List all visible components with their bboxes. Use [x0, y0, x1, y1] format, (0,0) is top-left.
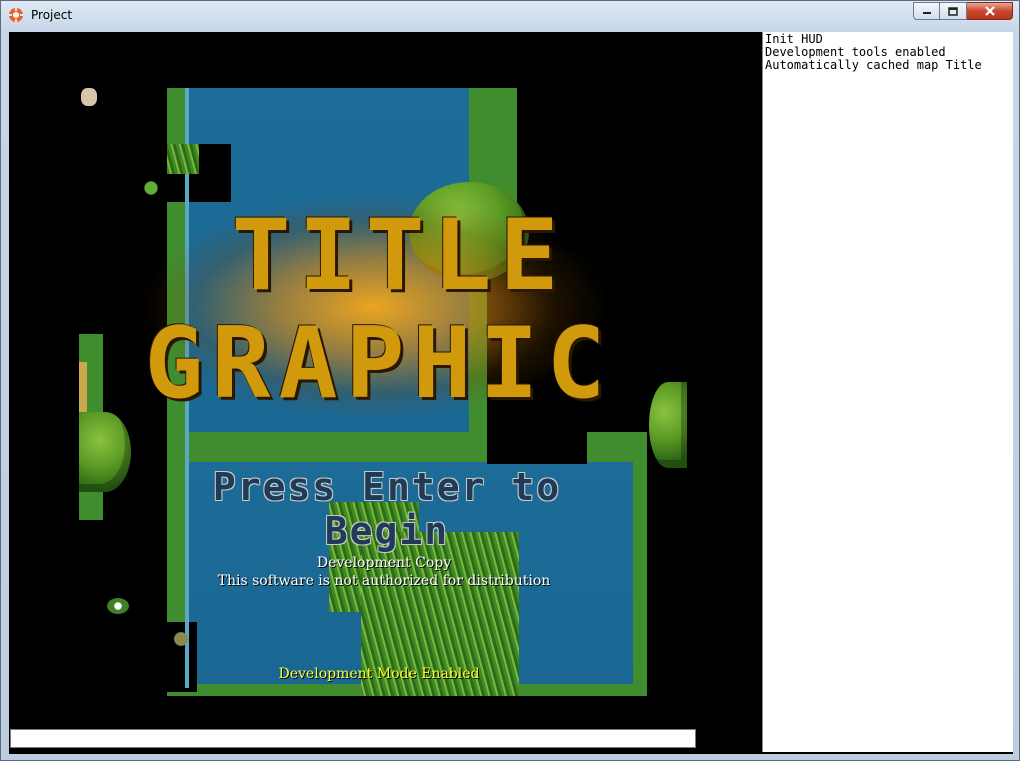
- close-button[interactable]: [967, 2, 1013, 20]
- game-viewport[interactable]: TITLE GRAPHIC Press Enter to Begin Devel…: [9, 32, 755, 752]
- console-line: Automatically cached map Title: [765, 58, 982, 72]
- small-plant: [139, 178, 163, 198]
- small-plant: [169, 628, 193, 650]
- maximize-button[interactable]: [940, 2, 967, 20]
- development-mode-label: Development Mode Enabled: [278, 666, 480, 682]
- command-input[interactable]: [10, 729, 696, 748]
- title-graphic: TITLE GRAPHIC: [144, 199, 639, 418]
- maximize-icon: [948, 6, 958, 16]
- window-controls: [913, 2, 1013, 21]
- client-area: TITLE GRAPHIC Press Enter to Begin Devel…: [9, 32, 1013, 754]
- tree-stump: [81, 88, 97, 106]
- reed-patch: [167, 144, 199, 174]
- minimize-button[interactable]: [913, 2, 940, 20]
- debug-console[interactable]: Init HUD Development tools enabled Autom…: [762, 32, 1013, 752]
- press-enter-prompt: Press Enter to Begin: [212, 465, 562, 553]
- dev-copy-line-1: Development Copy: [316, 555, 452, 571]
- app-window: Project TITLE GRAPHIC Press Enter to Beg…: [0, 0, 1020, 761]
- title-line-1: TITLE: [231, 199, 567, 313]
- title-line-2: GRAPHIC: [144, 307, 614, 421]
- close-icon: [984, 6, 995, 16]
- tree: [649, 382, 687, 468]
- orange-gear-icon: [9, 8, 23, 22]
- dev-copy-line-2: This software is not authorized for dist…: [217, 573, 551, 589]
- window-title: Project: [31, 8, 73, 22]
- minimize-icon: [922, 12, 931, 14]
- development-copy-notice: Development Copy This software is not au…: [189, 554, 579, 590]
- flower-bush: [107, 598, 129, 614]
- title-bar[interactable]: Project: [1, 1, 1019, 31]
- tree: [79, 412, 131, 492]
